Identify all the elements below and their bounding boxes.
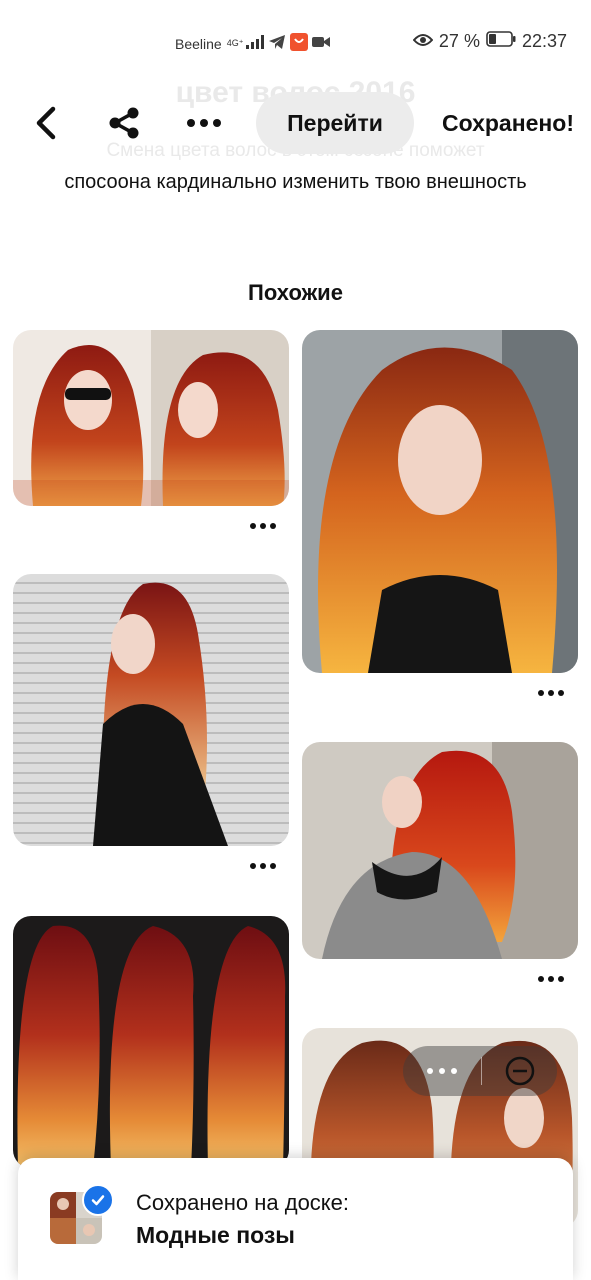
status-left: Beeline 4G⁺ <box>175 33 331 54</box>
pin-image-2[interactable] <box>302 330 578 673</box>
back-button[interactable] <box>28 104 64 142</box>
hide-pin-button[interactable] <box>482 1055 557 1087</box>
goto-button[interactable]: Перейти <box>256 92 414 154</box>
saved-check-badge <box>82 1184 114 1216</box>
signal-icon <box>246 35 265 52</box>
toast-saved-label: Сохранено на доске: <box>136 1190 350 1215</box>
share-icon <box>109 107 139 139</box>
toast-board-name[interactable]: Модные позы <box>136 1222 295 1249</box>
more-dots-icon <box>187 119 221 127</box>
pin-image-4[interactable] <box>302 742 578 959</box>
pin-image-1[interactable] <box>13 330 289 506</box>
pin-image-5[interactable] <box>13 916 289 1168</box>
network-type-label: 4G⁺ <box>226 38 244 48</box>
minus-circle-icon <box>505 1056 534 1086</box>
aliexpress-icon <box>290 33 309 54</box>
more-options-button[interactable] <box>183 104 225 142</box>
check-icon <box>91 1195 105 1206</box>
pin-6-more-button[interactable] <box>403 1068 481 1074</box>
share-button[interactable] <box>103 104 145 142</box>
pin-image-3[interactable] <box>13 574 289 846</box>
status-bar: Beeline 4G⁺ 27 % 22:37 <box>0 0 591 88</box>
clock: 22:37 <box>521 31 567 51</box>
status-right: 27 % 22:37 <box>412 31 567 52</box>
pin-4-more-button[interactable] <box>531 969 571 989</box>
saved-button[interactable]: Сохранено! <box>442 92 574 154</box>
carrier-label: Beeline <box>175 35 222 52</box>
pin-2-more-button[interactable] <box>531 683 571 703</box>
saved-toast[interactable]: Сохранено на доске: Модные позы <box>18 1158 573 1280</box>
video-icon <box>312 35 331 52</box>
pin-3-more-button[interactable] <box>243 856 283 876</box>
battery-icon <box>486 31 516 52</box>
pin-description: спосоона кардинально изменить твою внешн… <box>64 171 527 193</box>
back-arrow-icon <box>36 106 56 140</box>
pin-actions-pill <box>403 1046 557 1096</box>
pin-1-more-button[interactable] <box>243 516 283 536</box>
pin-action-bar: Перейти Сохранено! <box>0 92 591 154</box>
similar-section-title: Похожие <box>248 280 343 305</box>
telegram-icon <box>268 34 286 53</box>
eye-icon <box>412 31 434 52</box>
battery-percent: 27 % <box>438 31 480 51</box>
